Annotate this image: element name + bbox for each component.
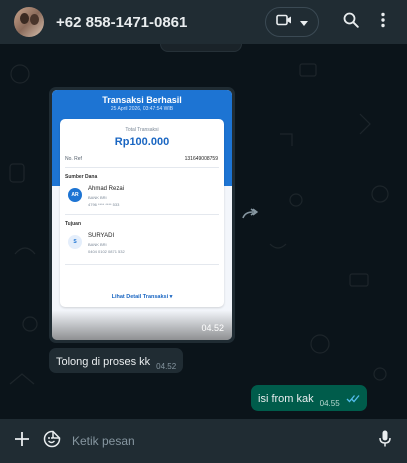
chat-header: +62 858-1471-0861 bbox=[0, 0, 407, 44]
receipt-datetime: 25 April 2026, 03:47:54 WIB bbox=[110, 106, 174, 112]
ref-label: No. Ref bbox=[65, 156, 82, 162]
incoming-message-bubble[interactable]: Tolong di proses kk 04.52 bbox=[49, 348, 184, 373]
ref-value: 131649008759 bbox=[184, 156, 218, 162]
image-message-time: 04.52 bbox=[201, 323, 224, 333]
message-text: isi from kak bbox=[258, 393, 314, 405]
destination-avatar: S bbox=[68, 235, 82, 249]
source-section-label: Sumber Dana bbox=[65, 174, 98, 180]
microphone-icon bbox=[379, 430, 391, 452]
total-amount: Rp100.000 bbox=[114, 136, 170, 148]
divider bbox=[65, 214, 219, 215]
message-input-wrapper bbox=[72, 426, 373, 456]
divider bbox=[65, 167, 219, 168]
destination-account: 0404 0102 0871 532 bbox=[88, 249, 125, 254]
sticker-button[interactable] bbox=[40, 429, 64, 453]
forward-icon bbox=[240, 208, 260, 226]
video-camera-icon bbox=[276, 13, 292, 31]
voice-message-button[interactable] bbox=[373, 429, 397, 453]
receipt-title: Transaksi Berhasil bbox=[102, 95, 182, 105]
message-time: 04.52 bbox=[156, 362, 177, 371]
source-bank: BANK BRI bbox=[88, 195, 107, 200]
receipt-card: Total Transaksi Rp100.000 No. Ref 131649… bbox=[60, 119, 224, 307]
forward-button[interactable] bbox=[240, 208, 260, 222]
source-avatar: AR bbox=[68, 188, 82, 202]
image-message-bubble[interactable]: Transaksi Berhasil 25 April 2026, 03:47:… bbox=[49, 87, 235, 343]
menu-button[interactable] bbox=[367, 6, 399, 38]
message-time: 04.55 bbox=[319, 399, 340, 408]
destination-bank: BANK BRI bbox=[88, 242, 107, 247]
transfer-receipt-image[interactable]: Transaksi Berhasil 25 April 2026, 03:47:… bbox=[52, 90, 232, 340]
kebab-menu-icon bbox=[381, 12, 385, 33]
divider bbox=[65, 264, 219, 265]
message-input[interactable] bbox=[72, 426, 373, 456]
contact-avatar[interactable] bbox=[14, 7, 44, 37]
search-button[interactable] bbox=[335, 6, 367, 38]
source-account: 4796 **** **** 533 bbox=[88, 202, 120, 207]
contact-name[interactable]: +62 858-1471-0861 bbox=[56, 14, 265, 31]
previous-message-bubble[interactable] bbox=[160, 44, 242, 52]
source-name: Ahmad Rezai bbox=[88, 186, 125, 192]
search-icon bbox=[343, 12, 359, 33]
outgoing-message-bubble[interactable]: isi from kak 04.55 bbox=[251, 385, 367, 411]
chevron-down-icon bbox=[300, 13, 308, 31]
plus-icon bbox=[15, 431, 29, 451]
message-composer bbox=[0, 419, 407, 463]
destination-section-label: Tujuan bbox=[65, 221, 82, 227]
destination-name: SURYADI bbox=[88, 233, 115, 239]
sticker-icon bbox=[43, 430, 61, 453]
video-call-button[interactable] bbox=[265, 7, 319, 37]
double-check-read-icon bbox=[346, 390, 360, 408]
total-label: Total Transaksi bbox=[125, 127, 159, 133]
view-transaction-detail-link: Lihat Detail Transaksi ▾ bbox=[111, 294, 173, 300]
chat-area[interactable]: Transaksi Berhasil 25 April 2026, 03:47:… bbox=[0, 44, 407, 419]
attach-button[interactable] bbox=[10, 429, 34, 453]
message-text: Tolong di proses kk bbox=[56, 356, 151, 368]
